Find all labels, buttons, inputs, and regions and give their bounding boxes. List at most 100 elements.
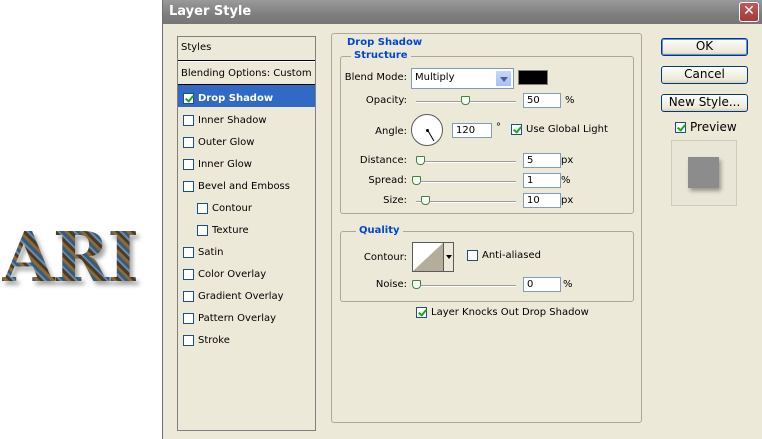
style-item-checkbox[interactable] bbox=[183, 114, 194, 126]
close-icon: ✕ bbox=[743, 3, 755, 19]
contour-picker[interactable] bbox=[412, 242, 454, 272]
style-item-color-overlay[interactable]: Color Overlay bbox=[178, 261, 315, 283]
structure-group: Structure Blend Mode: Multiply Opacity: … bbox=[340, 50, 634, 214]
style-item-label: Drop Shadow bbox=[198, 92, 274, 104]
cancel-button[interactable]: Cancel bbox=[661, 66, 748, 84]
title-bar[interactable]: Layer Style ✕ bbox=[163, 0, 762, 24]
style-item-contour[interactable]: Contour bbox=[178, 195, 315, 217]
style-item-inner-glow[interactable]: Inner Glow bbox=[178, 151, 315, 173]
layer-knocks-out-row[interactable]: Layer Knocks Out Drop Shadow bbox=[416, 307, 589, 318]
style-item-pattern-overlay[interactable]: Pattern Overlay bbox=[178, 305, 315, 327]
anti-aliased-row[interactable]: Anti-aliased bbox=[467, 250, 541, 261]
style-item-checkbox[interactable] bbox=[183, 334, 194, 346]
use-global-light-checkbox[interactable] bbox=[511, 124, 522, 135]
chevron-down-icon[interactable] bbox=[495, 70, 512, 87]
style-item-label: Inner Glow bbox=[198, 158, 252, 170]
angle-center-dot bbox=[426, 129, 429, 132]
style-item-satin[interactable]: Satin bbox=[178, 239, 315, 261]
drop-shadow-panel: Drop Shadow Structure Blend Mode: Multip… bbox=[331, 33, 642, 423]
spread-input[interactable]: 1 bbox=[523, 173, 561, 188]
size-slider-thumb[interactable] bbox=[421, 196, 430, 205]
structure-title: Structure bbox=[351, 50, 411, 61]
use-global-light-label: Use Global Light bbox=[526, 124, 608, 135]
opacity-unit: % bbox=[565, 95, 575, 106]
style-item-bevel-and-emboss[interactable]: Bevel and Emboss bbox=[178, 173, 315, 195]
blend-mode-value: Multiply bbox=[415, 72, 455, 83]
style-item-drop-shadow[interactable]: Drop Shadow bbox=[178, 85, 315, 107]
angle-label: Angle: bbox=[375, 126, 407, 137]
preview-row[interactable]: Preview bbox=[675, 120, 737, 134]
distance-label: Distance: bbox=[359, 155, 407, 166]
style-item-stroke[interactable]: Stroke bbox=[178, 327, 315, 349]
style-item-checkbox[interactable] bbox=[197, 224, 208, 236]
style-item-label: Stroke bbox=[198, 334, 230, 346]
distance-slider-track[interactable] bbox=[416, 161, 516, 163]
drop-shadow-title: Drop Shadow bbox=[344, 37, 426, 48]
ok-button[interactable]: OK bbox=[661, 38, 748, 56]
preview-square bbox=[688, 157, 719, 188]
style-item-checkbox[interactable] bbox=[183, 180, 194, 192]
spread-slider-thumb[interactable] bbox=[412, 176, 421, 185]
style-item-label: Color Overlay bbox=[198, 268, 267, 280]
contour-curve-preview bbox=[413, 243, 443, 271]
styles-header[interactable]: Styles bbox=[178, 37, 315, 61]
style-item-inner-shadow[interactable]: Inner Shadow bbox=[178, 107, 315, 129]
noise-label: Noise: bbox=[375, 279, 407, 290]
style-item-checkbox[interactable] bbox=[183, 268, 194, 280]
use-global-light-row[interactable]: Use Global Light bbox=[511, 124, 608, 135]
blend-mode-select[interactable]: Multiply bbox=[411, 68, 514, 89]
opacity-slider-thumb[interactable] bbox=[461, 96, 470, 105]
distance-input[interactable]: 5 bbox=[523, 153, 561, 168]
style-item-checkbox[interactable] bbox=[183, 246, 194, 258]
size-input[interactable]: 10 bbox=[523, 193, 561, 208]
angle-dial[interactable] bbox=[411, 114, 443, 146]
canvas-art-text: ARI bbox=[2, 218, 139, 298]
preview-checkbox[interactable] bbox=[675, 121, 686, 133]
opacity-label: Opacity: bbox=[365, 95, 407, 106]
style-item-checkbox[interactable] bbox=[183, 92, 194, 104]
style-items: Drop Shadow Inner Shadow Outer Glow Inner G… bbox=[178, 85, 315, 349]
preview-label: Preview bbox=[690, 120, 737, 134]
noise-slider-track[interactable] bbox=[416, 285, 516, 287]
size-label: Size: bbox=[383, 195, 407, 206]
style-item-checkbox[interactable] bbox=[183, 136, 194, 148]
anti-aliased-checkbox[interactable] bbox=[467, 250, 478, 261]
close-button[interactable]: ✕ bbox=[739, 2, 759, 22]
quality-title: Quality bbox=[356, 225, 403, 236]
style-preview bbox=[671, 140, 737, 206]
style-item-label: Bevel and Emboss bbox=[198, 180, 290, 192]
shadow-color-swatch[interactable] bbox=[518, 70, 548, 85]
style-item-outer-glow[interactable]: Outer Glow bbox=[178, 129, 315, 151]
style-item-texture[interactable]: Texture bbox=[178, 217, 315, 239]
layer-knocks-out-label: Layer Knocks Out Drop Shadow bbox=[431, 307, 589, 318]
distance-slider-thumb[interactable] bbox=[416, 156, 425, 165]
layer-style-dialog: Layer Style ✕ Styles Blending Options: C… bbox=[162, 0, 762, 439]
contour-label: Contour: bbox=[363, 252, 407, 263]
angle-input[interactable]: 120 bbox=[452, 123, 492, 138]
layer-knocks-out-checkbox[interactable] bbox=[416, 307, 427, 318]
noise-input[interactable]: 0 bbox=[523, 277, 561, 292]
style-item-label: Inner Shadow bbox=[198, 114, 267, 126]
style-item-label: Texture bbox=[212, 224, 249, 236]
style-item-label: Gradient Overlay bbox=[198, 290, 284, 302]
canvas-artwork: ARI bbox=[0, 210, 165, 310]
spread-unit: % bbox=[561, 175, 571, 186]
blending-options-item[interactable]: Blending Options: Custom bbox=[178, 61, 315, 85]
style-item-checkbox[interactable] bbox=[197, 202, 208, 214]
style-item-checkbox[interactable] bbox=[183, 290, 194, 302]
anti-aliased-label: Anti-aliased bbox=[482, 250, 542, 261]
style-item-label: Pattern Overlay bbox=[198, 312, 277, 324]
contour-dropdown-icon[interactable] bbox=[443, 243, 453, 271]
style-item-checkbox[interactable] bbox=[183, 158, 194, 170]
quality-group: Quality Contour: Anti-aliased Noise: 0 % bbox=[340, 225, 634, 302]
style-item-checkbox[interactable] bbox=[183, 312, 194, 324]
size-unit: px bbox=[561, 195, 574, 206]
noise-unit: % bbox=[563, 279, 573, 290]
spread-slider-track[interactable] bbox=[416, 181, 516, 183]
size-slider-track[interactable] bbox=[416, 201, 516, 203]
angle-unit: ° bbox=[496, 122, 501, 133]
opacity-input[interactable]: 50 bbox=[523, 93, 561, 108]
style-item-gradient-overlay[interactable]: Gradient Overlay bbox=[178, 283, 315, 305]
noise-slider-thumb[interactable] bbox=[412, 280, 421, 289]
new-style-button[interactable]: New Style... bbox=[661, 94, 748, 112]
